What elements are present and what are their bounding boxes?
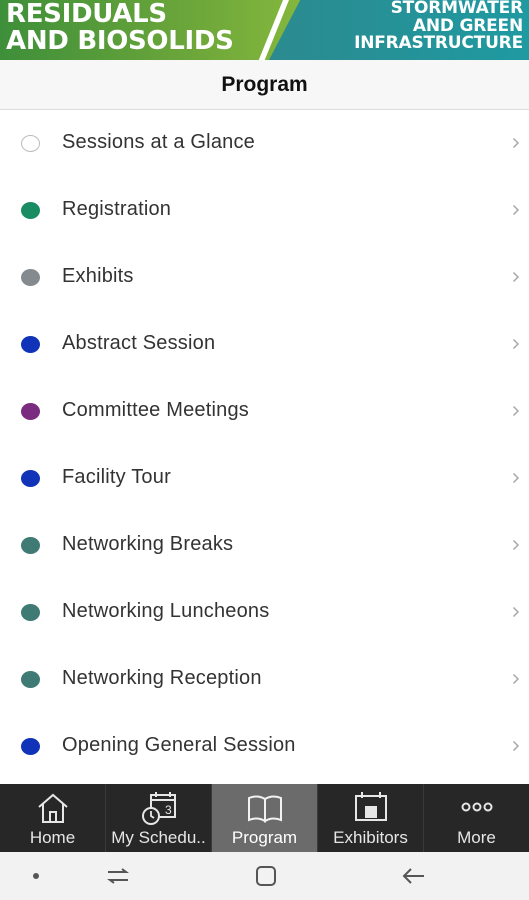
tab-home-label: Home [29, 828, 76, 847]
banner-right-text: STORMWATER AND GREEN INFRASTRUCTURE [354, 0, 523, 53]
tab-program-label: Program [231, 828, 298, 847]
chevron-right-icon [512, 137, 520, 149]
tab-my-schedule-label: My Schedu.. [111, 828, 206, 847]
tab-home[interactable]: Home [0, 784, 106, 852]
exhibitor-booth-icon [354, 792, 387, 821]
list-item-label: Networking Breaks [62, 533, 234, 555]
banner-left-text: RESIDUALS AND BIOSOLIDS [6, 1, 234, 55]
banner-left-line2: AND BIOSOLIDS [6, 26, 234, 56]
calendar-clock-icon: 3 [141, 792, 176, 825]
calendar-icon-number: 3 [165, 803, 172, 817]
list-item[interactable]: Committee Meetings [0, 378, 529, 445]
list-item-label: Opening General Session [62, 734, 296, 756]
list-item[interactable]: Abstract Session [0, 311, 529, 378]
list-item[interactable]: Exhibits [0, 244, 529, 311]
category-color-dot [21, 336, 40, 353]
tab-my-schedule[interactable]: 3 My Schedu.. [106, 784, 212, 852]
list-item[interactable]: Sessions at a Glance [0, 110, 529, 177]
list-item[interactable]: Facility Tour [0, 445, 529, 512]
chevron-right-icon [512, 740, 520, 752]
category-color-dot [21, 738, 40, 755]
tab-exhibitors[interactable]: Exhibitors [318, 784, 424, 852]
list-item-label: Networking Luncheons [62, 600, 270, 622]
list-item[interactable]: Opening General Session [0, 713, 529, 780]
list-item-label: Abstract Session [62, 332, 216, 354]
recents-icon[interactable] [104, 864, 132, 888]
chevron-right-icon [512, 606, 520, 618]
category-color-dot [21, 269, 40, 286]
system-nav-bar [0, 852, 529, 900]
category-color-dot [21, 202, 40, 219]
chevron-right-icon [512, 271, 520, 283]
chevron-right-icon [512, 405, 520, 417]
program-list: Sessions at a Glance Registration Exhibits… [0, 110, 529, 780]
home-square-icon[interactable] [252, 864, 280, 888]
category-color-dot [21, 135, 40, 152]
category-color-dot [21, 671, 40, 688]
category-color-dot [21, 604, 40, 621]
category-color-dot [21, 537, 40, 554]
more-dots-icon [461, 802, 492, 812]
tab-exhibitors-label: Exhibitors [333, 828, 408, 847]
tab-more[interactable]: More [424, 784, 529, 852]
tab-program[interactable]: Program [212, 784, 318, 852]
conference-banner: RESIDUALS AND BIOSOLIDS STORMWATER AND G… [0, 0, 529, 60]
list-item-label: Exhibits [62, 265, 134, 287]
list-item[interactable]: Networking Luncheons [0, 579, 529, 646]
tab-more-label: More [457, 828, 496, 847]
back-arrow-icon[interactable] [400, 864, 428, 888]
list-item-label: Committee Meetings [62, 399, 249, 421]
list-item-label: Networking Reception [62, 667, 262, 689]
list-item-label: Sessions at a Glance [62, 131, 255, 153]
dot-icon[interactable] [22, 864, 50, 888]
home-icon [37, 793, 68, 823]
list-item[interactable]: Registration [0, 177, 529, 244]
list-item-label: Registration [62, 198, 172, 220]
page-header: Program [0, 60, 529, 110]
banner-left-line1: RESIDUALS [6, 0, 167, 29]
bottom-tab-bar: Home 3 My Schedu.. Program Exhibitors Mo… [0, 784, 529, 852]
list-item[interactable]: Networking Reception [0, 646, 529, 713]
chevron-right-icon [512, 539, 520, 551]
chevron-right-icon [512, 204, 520, 216]
chevron-right-icon [512, 673, 520, 685]
list-item[interactable]: Networking Breaks [0, 512, 529, 579]
list-item-label: Facility Tour [62, 466, 171, 488]
category-color-dot [21, 403, 40, 420]
page-title: Program [221, 72, 308, 96]
banner-right-line1: STORMWATER [390, 0, 524, 18]
book-icon [247, 795, 282, 823]
banner-right-line3: INFRASTRUCTURE [354, 33, 523, 53]
category-color-dot [21, 470, 40, 487]
chevron-right-icon [512, 472, 520, 484]
chevron-right-icon [512, 338, 520, 350]
